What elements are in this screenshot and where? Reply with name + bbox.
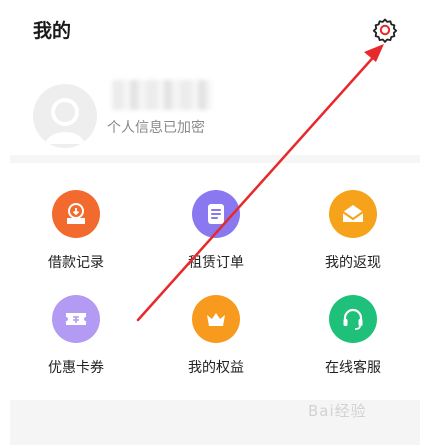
my-benefits-label: 我的权益 [188, 360, 244, 376]
online-support-label: 在线客服 [325, 360, 381, 376]
coupons-label: 优惠卡券 [48, 360, 104, 376]
document-icon [192, 190, 240, 238]
loan-records-item[interactable]: 借款记录 [26, 190, 126, 280]
crown-icon [192, 295, 240, 343]
gear-icon[interactable] [372, 17, 398, 43]
privacy-note: 个人信息已加密 [107, 120, 205, 136]
coupon-icon [52, 295, 100, 343]
watermark: Bai经验 [308, 402, 367, 420]
username-redacted [112, 80, 212, 110]
profile-section[interactable]: 个人信息已加密 [0, 70, 429, 154]
default-avatar-icon[interactable] [33, 84, 97, 148]
my-benefits-item[interactable]: 我的权益 [166, 295, 266, 385]
headset-icon [329, 295, 377, 343]
section-divider [10, 155, 420, 163]
online-support-item[interactable]: 在线客服 [303, 295, 403, 385]
loan-records-label: 借款记录 [48, 255, 104, 271]
page-title: 我的 [33, 20, 72, 42]
coupons-item[interactable]: 优惠卡券 [26, 295, 126, 385]
rental-orders-label: 租赁订单 [188, 255, 244, 271]
rental-orders-item[interactable]: 租赁订单 [166, 190, 266, 280]
envelope-heart-icon [329, 190, 377, 238]
my-cashback-item[interactable]: 我的返现 [303, 190, 403, 280]
my-cashback-label: 我的返现 [325, 255, 381, 271]
download-tray-icon [52, 190, 100, 238]
